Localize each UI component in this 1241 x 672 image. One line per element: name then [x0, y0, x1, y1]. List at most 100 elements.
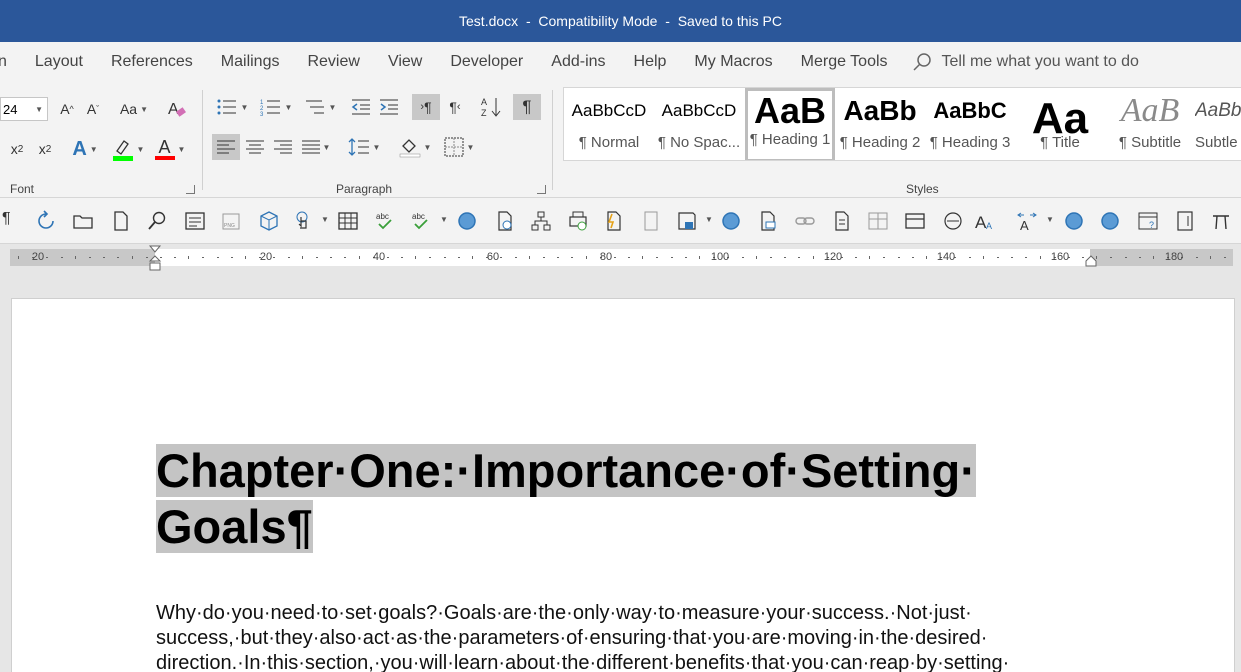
circle-button-icon[interactable]: [456, 210, 478, 232]
clear-formatting-button[interactable]: A: [164, 96, 190, 122]
change-case-button[interactable]: Aa ▼: [116, 96, 152, 122]
chevron-down-icon[interactable]: ▼: [321, 215, 329, 224]
chevron-down-icon[interactable]: ▼: [440, 215, 448, 224]
style-heading-3[interactable]: AaBbC ¶ Heading 3: [925, 88, 1015, 160]
tab-view[interactable]: View: [374, 53, 436, 71]
calendar-help-icon[interactable]: ?: [1137, 210, 1159, 232]
tell-me-search[interactable]: Tell me what you want to do: [912, 52, 1139, 72]
blank-page-icon[interactable]: [640, 210, 662, 232]
text-box-icon[interactable]: [184, 210, 206, 232]
tab-mailings[interactable]: Mailings: [207, 53, 294, 71]
org-chart-icon[interactable]: [530, 210, 552, 232]
tab-help[interactable]: Help: [620, 53, 681, 71]
paragraph-dialog-launcher[interactable]: [537, 185, 546, 194]
tab-home-partial[interactable]: n: [0, 53, 21, 71]
decrease-indent-button[interactable]: [348, 94, 374, 120]
folder-icon[interactable]: [72, 210, 94, 232]
circle-button-icon-3[interactable]: [1063, 210, 1085, 232]
align-center-button[interactable]: [242, 134, 268, 160]
ltr-text-button[interactable]: › ¶: [412, 94, 440, 120]
bullets-button[interactable]: ▼: [212, 94, 252, 120]
character-spacing-icon[interactable]: A: [1016, 210, 1038, 232]
font-size-icon[interactable]: AA: [974, 210, 996, 232]
highlighter-icon: [112, 140, 133, 161]
tab-review[interactable]: Review: [293, 53, 373, 71]
superscript-button[interactable]: x2: [34, 136, 56, 162]
tab-developer[interactable]: Developer: [436, 53, 537, 71]
text-effects-button[interactable]: A ▼: [68, 136, 102, 162]
tab-add-ins[interactable]: Add-ins: [537, 53, 619, 71]
style-normal[interactable]: AaBbCcD ¶ Normal: [564, 88, 654, 160]
chapter-heading[interactable]: Chapter·One:·Importance·of·Setting· Goal…: [156, 443, 986, 555]
refresh-icon[interactable]: [35, 210, 57, 232]
tab-layout[interactable]: Layout: [21, 53, 97, 71]
page-setup-icon[interactable]: [1174, 210, 1196, 232]
font-color-button[interactable]: A ▼: [150, 136, 190, 162]
new-document-icon[interactable]: [110, 210, 132, 232]
body-paragraph[interactable]: Why·do·you·need·to·set·goals?·Goals·are·…: [156, 601, 1096, 672]
style-no-spacing[interactable]: AaBbCcD ¶ No Spac...: [654, 88, 744, 160]
macro-document-icon[interactable]: [603, 210, 625, 232]
increase-indent-button[interactable]: [376, 94, 402, 120]
chevron-down-icon[interactable]: ▼: [705, 215, 713, 224]
borders-button[interactable]: ▼: [440, 134, 478, 160]
pilcrow-icon[interactable]: ¶: [2, 210, 24, 232]
style-title[interactable]: Aa ¶ Title: [1015, 88, 1105, 160]
touch-mode-icon[interactable]: [292, 210, 314, 232]
strikethrough-circle-icon[interactable]: [942, 210, 964, 232]
indent-marker[interactable]: [148, 245, 162, 272]
spelling-options-icon[interactable]: abc: [410, 210, 432, 232]
show-formatting-marks-button[interactable]: ¶: [513, 94, 541, 120]
document-page[interactable]: Chapter·One:·Importance·of·Setting· Goal…: [11, 298, 1235, 672]
table-grid-icon[interactable]: [867, 210, 889, 232]
title-bar: Test.docx - Compatibility Mode - Saved t…: [0, 0, 1241, 42]
find-icon[interactable]: [146, 210, 168, 232]
chevron-down-icon[interactable]: ▼: [35, 105, 43, 114]
font-dialog-launcher[interactable]: [186, 185, 195, 194]
body-line: success,·but·they·also·act·as·the·parame…: [156, 627, 988, 649]
style-subtitle[interactable]: AaB ¶ Subtitle: [1105, 88, 1195, 160]
circle-button-icon-4[interactable]: [1099, 210, 1121, 232]
ruler-tick: [528, 256, 530, 259]
horizontal-ruler[interactable]: 20 20 40 60 80 100 120 140 160 180: [0, 245, 1241, 271]
link-icon[interactable]: [794, 210, 816, 232]
justify-button[interactable]: ▼: [298, 134, 334, 160]
png-export-icon[interactable]: PNG: [220, 210, 242, 232]
right-indent-marker[interactable]: [1084, 255, 1098, 267]
document-name: Test.docx: [459, 13, 519, 29]
sort-button[interactable]: AZ: [478, 94, 504, 120]
align-right-button[interactable]: [270, 134, 296, 160]
document-info-icon[interactable]: [494, 210, 516, 232]
font-color-swatch: [154, 156, 175, 160]
document-list-icon[interactable]: [831, 210, 853, 232]
tab-merge-tools[interactable]: Merge Tools: [787, 53, 902, 71]
spelling-check-icon[interactable]: abc: [374, 210, 396, 232]
style-heading-1[interactable]: AaB ¶ Heading 1: [745, 88, 835, 160]
font-size-box[interactable]: 24 ▼: [0, 97, 48, 121]
highlight-color-button[interactable]: ▼: [108, 136, 148, 162]
grow-font-button[interactable]: A ^: [56, 96, 78, 122]
numbering-button[interactable]: 1 2 3 ▼: [256, 94, 296, 120]
table-icon[interactable]: [337, 210, 359, 232]
subscript-button[interactable]: x2: [6, 136, 28, 162]
style-heading-2[interactable]: AaBb ¶ Heading 2: [835, 88, 925, 160]
multilevel-list-button[interactable]: ▼: [300, 94, 340, 120]
print-check-icon[interactable]: [567, 210, 589, 232]
ruler-tick: [500, 257, 503, 258]
chevron-down-icon[interactable]: ▼: [1046, 215, 1054, 224]
shading-button[interactable]: ▼: [396, 134, 434, 160]
line-spacing-button[interactable]: ▼: [346, 134, 382, 160]
ruler-tick: [1223, 257, 1226, 258]
save-as-icon[interactable]: [676, 210, 698, 232]
cube-icon[interactable]: [258, 210, 280, 232]
tab-references[interactable]: References: [97, 53, 207, 71]
pi-symbol-icon[interactable]: [1210, 210, 1232, 232]
style-subtle[interactable]: AaBb Subtle: [1195, 88, 1241, 160]
shrink-font-button[interactable]: Aˇ: [82, 96, 104, 122]
circle-button-icon-2[interactable]: [720, 210, 742, 232]
align-left-button[interactable]: [212, 134, 240, 160]
rtl-text-button[interactable]: ¶ ‹: [442, 94, 468, 120]
tab-my-macros[interactable]: My Macros: [680, 53, 786, 71]
window-icon[interactable]: [904, 210, 926, 232]
email-document-icon[interactable]: [757, 210, 779, 232]
